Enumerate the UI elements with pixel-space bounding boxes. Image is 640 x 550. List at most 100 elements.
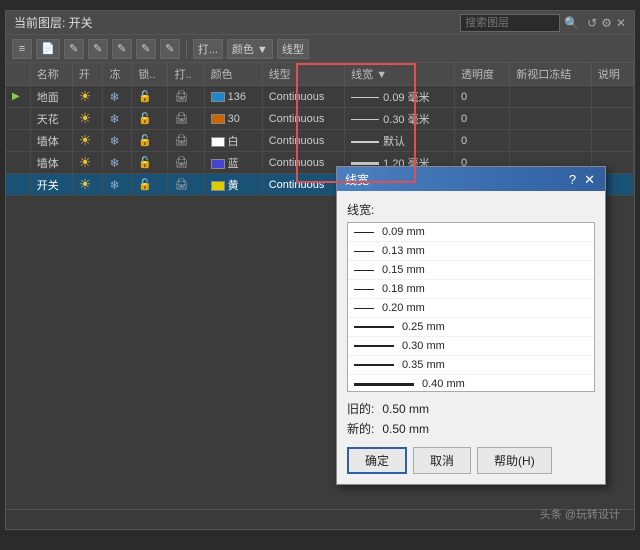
col-freeze: 冻 — [103, 63, 132, 86]
col-color: 颜色 — [204, 63, 262, 86]
dialog-help-btn[interactable]: ? — [567, 173, 578, 186]
menu-btn[interactable]: ≡ — [12, 39, 32, 59]
print-btn[interactable]: 打... — [193, 39, 223, 59]
linewidth-item[interactable]: 0.40 mm — [348, 375, 594, 392]
lw-label: 0.13 mm — [382, 245, 425, 257]
row-on[interactable]: ☀ — [72, 174, 103, 196]
linewidth-item[interactable]: 0.20 mm — [348, 299, 594, 318]
row-color[interactable]: 蓝 — [204, 152, 262, 174]
new-value-row: 新的: 0.50 mm — [347, 420, 595, 437]
row-print[interactable]: 🖨 — [168, 174, 204, 196]
dialog-title-bar: 线宽 ? ✕ — [337, 167, 605, 191]
row-freeze[interactable]: ❄ — [103, 108, 132, 130]
col-on: 开 — [72, 63, 103, 86]
row-linetype[interactable]: Continuous — [262, 130, 344, 152]
linetype-btn[interactable]: 线型 — [277, 39, 309, 59]
row-linetype[interactable]: Continuous — [262, 174, 344, 196]
lw-label: 0.20 mm — [382, 302, 425, 314]
linewidth-item[interactable]: 0.25 mm — [348, 318, 594, 337]
edit-btn1[interactable]: ✎ — [64, 39, 84, 59]
dialog-info: 旧的: 0.50 mm 新的: 0.50 mm — [347, 400, 595, 437]
row-lock[interactable]: 🔓 — [132, 174, 168, 196]
col-print: 打.. — [168, 63, 204, 86]
edit-btn2[interactable]: ✎ — [88, 39, 108, 59]
window-title: 当前图层: 开关 — [14, 14, 93, 31]
row-lock[interactable]: 🔓 — [132, 152, 168, 174]
refresh-icon[interactable]: ↺ — [587, 16, 597, 30]
linewidth-item[interactable]: 0.09 mm — [348, 223, 594, 242]
close-icon[interactable]: ✕ — [616, 16, 626, 30]
row-lock[interactable]: 🔓 — [132, 130, 168, 152]
edit-btn5[interactable]: ✎ — [160, 39, 180, 59]
lw-label: 0.40 mm — [422, 378, 465, 390]
table-row[interactable]: 墙体 ☀ ❄ 🔓 🖨 白 Continuous 默认 0 — [6, 130, 634, 152]
old-label: 旧的: — [347, 400, 374, 417]
watermark: 头条 @玩转设计 — [540, 506, 620, 522]
row-vp — [510, 86, 592, 108]
row-color[interactable]: 白 — [204, 130, 262, 152]
settings-icon[interactable]: ⚙ — [601, 16, 612, 30]
col-lock: 锁.. — [132, 63, 168, 86]
row-freeze[interactable]: ❄ — [103, 86, 132, 108]
row-desc — [591, 108, 633, 130]
table-row[interactable]: ▶ 地面 ☀ ❄ 🔓 🖨 136 Continuous 0.09 毫米 0 — [6, 86, 634, 108]
search-icon[interactable]: 🔍 — [564, 16, 579, 30]
help-button[interactable]: 帮助(H) — [477, 447, 552, 474]
row-print[interactable]: 🖨 — [168, 86, 204, 108]
row-linetype[interactable]: Continuous — [262, 152, 344, 174]
col-status — [6, 63, 30, 86]
linewidth-item[interactable]: 0.18 mm — [348, 280, 594, 299]
lw-label: 0.35 mm — [402, 359, 445, 371]
row-print[interactable]: 🖨 — [168, 152, 204, 174]
row-transparency: 0 — [454, 108, 509, 130]
lw-label: 0.25 mm — [402, 321, 445, 333]
row-linewidth[interactable]: 0.30 毫米 — [345, 108, 455, 130]
row-status: ▶ — [6, 86, 30, 108]
row-color[interactable]: 黄 — [204, 174, 262, 196]
row-on[interactable]: ☀ — [72, 152, 103, 174]
dialog-close-btn[interactable]: ✕ — [582, 173, 597, 186]
row-on[interactable]: ☀ — [72, 108, 103, 130]
row-transparency: 0 — [454, 130, 509, 152]
row-freeze[interactable]: ❄ — [103, 130, 132, 152]
cancel-button[interactable]: 取消 — [413, 447, 471, 474]
linewidth-item[interactable]: 0.35 mm — [348, 356, 594, 375]
row-freeze[interactable]: ❄ — [103, 152, 132, 174]
row-color[interactable]: 136 — [204, 86, 262, 108]
col-linewidth[interactable]: 线宽 ▼ — [345, 63, 455, 86]
linewidth-item[interactable]: 0.15 mm — [348, 261, 594, 280]
row-linetype[interactable]: Continuous — [262, 86, 344, 108]
lw-label: 0.09 mm — [382, 226, 425, 238]
new-layer-btn[interactable]: 📄 — [36, 39, 60, 59]
search-input[interactable] — [460, 14, 560, 32]
row-name: 地面 — [30, 86, 72, 108]
row-vp — [510, 130, 592, 152]
row-print[interactable]: 🖨 — [168, 130, 204, 152]
row-on[interactable]: ☀ — [72, 130, 103, 152]
row-freeze[interactable]: ❄ — [103, 174, 132, 196]
table-row[interactable]: 天花 ☀ ❄ 🔓 🖨 30 Continuous 0.30 毫米 0 — [6, 108, 634, 130]
linewidth-item[interactable]: 0.13 mm — [348, 242, 594, 261]
ok-button[interactable]: 确定 — [347, 447, 407, 474]
row-name: 墙体 — [30, 152, 72, 174]
col-vp: 新视口冻结 — [510, 63, 592, 86]
color-btn[interactable]: 颜色 ▼ — [227, 39, 273, 59]
edit-btn4[interactable]: ✎ — [136, 39, 156, 59]
linewidth-list[interactable]: 0.09 mm 0.13 mm 0.15 mm 0.18 mm 0.20 mm … — [347, 222, 595, 392]
edit-btn3[interactable]: ✎ — [112, 39, 132, 59]
row-print[interactable]: 🖨 — [168, 108, 204, 130]
dialog-title-text: 线宽 — [345, 171, 369, 188]
row-linetype[interactable]: Continuous — [262, 108, 344, 130]
row-color[interactable]: 30 — [204, 108, 262, 130]
old-value: 0.50 mm — [382, 402, 429, 416]
new-value: 0.50 mm — [382, 422, 429, 436]
row-on[interactable]: ☀ — [72, 86, 103, 108]
linewidth-item[interactable]: 0.30 mm — [348, 337, 594, 356]
col-name[interactable]: 名称 — [30, 63, 72, 86]
row-lock[interactable]: 🔓 — [132, 108, 168, 130]
row-linewidth[interactable]: 0.09 毫米 — [345, 86, 455, 108]
row-name: 开关 — [30, 174, 72, 196]
row-vp — [510, 108, 592, 130]
row-lock[interactable]: 🔓 — [132, 86, 168, 108]
row-linewidth[interactable]: 默认 — [345, 130, 455, 152]
